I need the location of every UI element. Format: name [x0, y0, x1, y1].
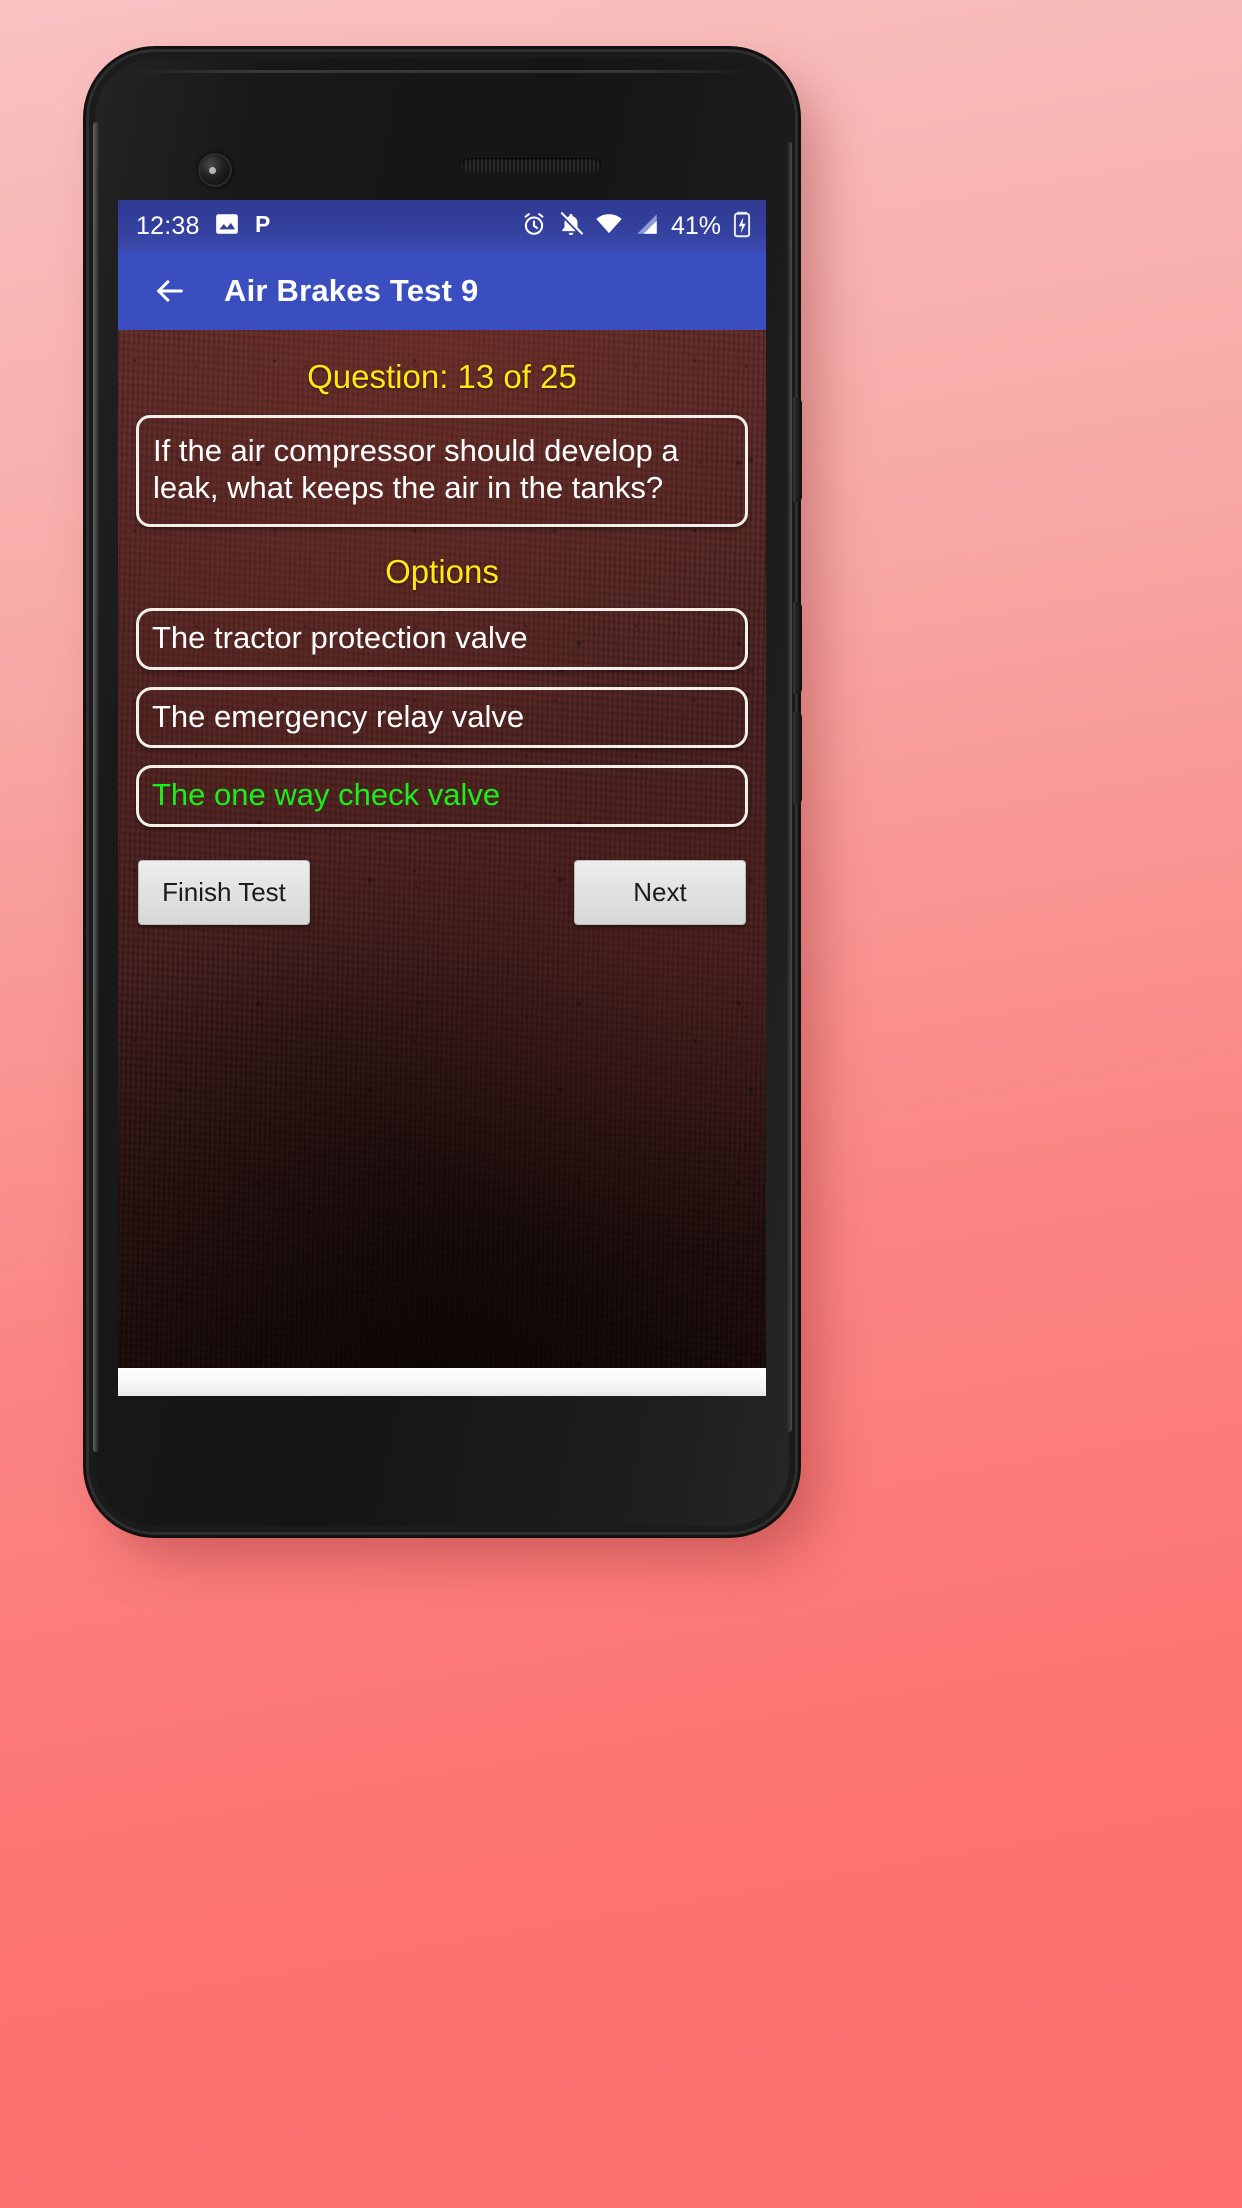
speaker-grille-icon	[461, 158, 601, 172]
option-label: The one way check valve	[152, 777, 501, 813]
phone-left-edge-highlight	[93, 122, 99, 1452]
status-bar-left: 12:38 P	[136, 211, 278, 242]
finish-test-button[interactable]: Finish Test	[138, 859, 310, 925]
options-label: Options	[385, 553, 499, 590]
alarm-clock-icon	[521, 211, 547, 242]
svg-text:P: P	[255, 211, 270, 237]
camera-icon	[198, 153, 232, 187]
question-text: If the air compressor should develop a l…	[153, 433, 679, 505]
quiz-content: Question: 13 of 25 If the air compressor…	[118, 330, 766, 1396]
wifi-icon	[595, 211, 623, 242]
option-label: The emergency relay valve	[152, 698, 525, 734]
volume-up-button[interactable]	[793, 602, 802, 694]
status-bar: 12:38 P 41%	[118, 200, 766, 252]
image-icon	[214, 211, 240, 242]
status-clock: 12:38	[136, 211, 200, 240]
p-app-icon: P	[254, 211, 278, 242]
navigation-bar[interactable]	[118, 1368, 766, 1396]
next-button[interactable]: Next	[574, 859, 746, 925]
page-title: Air Brakes Test 9	[224, 273, 479, 308]
phone-device: 12:38 P 41% Air Brakes Test 9 Question: …	[89, 52, 802, 1532]
battery-charging-icon	[732, 210, 752, 243]
option-label: The tractor protection valve	[152, 620, 528, 655]
power-button[interactable]	[793, 398, 802, 502]
option-item-1[interactable]: The emergency relay valve	[136, 686, 748, 749]
phone-right-edge-highlight	[787, 142, 792, 1432]
antenna-line	[129, 70, 755, 73]
phone-screen: 12:38 P 41% Air Brakes Test 9 Question: …	[118, 200, 766, 1396]
battery-percent: 41%	[670, 211, 721, 240]
action-button-row: Finish Test Next	[136, 859, 748, 925]
volume-down-button[interactable]	[793, 712, 802, 804]
back-arrow-icon[interactable]	[144, 265, 196, 317]
question-text-card: If the air compressor should develop a l…	[136, 415, 748, 527]
status-bar-right: 41%	[521, 210, 752, 243]
notifications-muted-icon	[558, 211, 584, 242]
cellular-signal-icon	[634, 211, 660, 242]
option-item-0[interactable]: The tractor protection valve	[136, 608, 748, 670]
app-bar: Air Brakes Test 9	[118, 252, 766, 330]
question-counter: Question: 13 of 25	[307, 358, 577, 395]
option-item-2[interactable]: The one way check valve	[136, 765, 748, 827]
